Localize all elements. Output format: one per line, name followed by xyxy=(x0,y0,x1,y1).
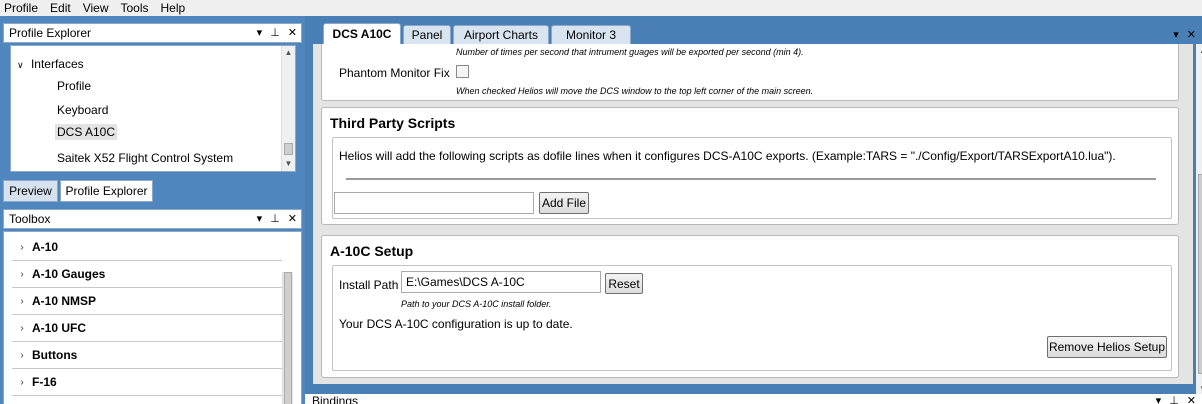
dropdown-icon[interactable]: ▾ xyxy=(257,26,263,39)
chevron-right-icon[interactable]: › xyxy=(12,296,32,307)
tree-item-saitek-x52[interactable]: Saitek X52 Flight Control System xyxy=(57,151,233,165)
tree-scroll-thumb[interactable] xyxy=(284,143,293,155)
menu-bar: Profile Edit View Tools Help xyxy=(0,0,1202,16)
export-settings-group: Number of times per second that intrumen… xyxy=(321,44,1179,101)
scroll-up-icon[interactable]: ▲ xyxy=(282,46,295,60)
profile-explorer-header: Profile Explorer ▾ ⊥ ✕ xyxy=(3,23,302,43)
third-party-description: Helios will add the following scripts as… xyxy=(339,149,1116,163)
pin-icon[interactable]: ⊥ xyxy=(270,26,280,39)
close-icon[interactable]: ✕ xyxy=(288,26,297,39)
scroll-down-icon[interactable]: ▼ xyxy=(282,157,295,171)
dcs-a10c-settings: Number of times per second that intrumen… xyxy=(313,44,1193,384)
tree-scrollbar[interactable]: ▲ ▼ xyxy=(281,46,295,171)
toolbox-item-f16[interactable]: › F-16 xyxy=(12,369,282,396)
tab-monitor-3[interactable]: Monitor 3 xyxy=(551,25,631,44)
toolbox-item-buttons[interactable]: › Buttons xyxy=(12,342,282,369)
scroll-up-icon[interactable]: ▲ xyxy=(1196,46,1202,55)
profile-tree: ∨ Interfaces Profile Keyboard DCS A10C S… xyxy=(10,45,296,172)
tab-controls: ▾ ✕ xyxy=(1173,28,1196,41)
tree-item-dcs-a10c[interactable]: DCS A10C xyxy=(55,124,118,140)
profile-explorer-title: Profile Explorer xyxy=(9,26,92,40)
install-path-note: Path to your DCS A-10C install folder. xyxy=(401,299,552,309)
tree-item-keyboard[interactable]: Keyboard xyxy=(57,103,108,117)
a10c-setup-group: A-10C Setup Install Path E:\Games\DCS A-… xyxy=(321,235,1179,378)
script-file-input[interactable] xyxy=(334,192,534,214)
tab-panel[interactable]: Panel xyxy=(403,25,451,44)
menu-edit[interactable]: Edit xyxy=(44,0,77,16)
menu-help[interactable]: Help xyxy=(155,0,192,16)
left-panel: Profile Explorer ▾ ⊥ ✕ ∨ Interfaces Prof… xyxy=(0,16,305,404)
export-frequency-note: Number of times per second that intrumen… xyxy=(456,47,804,57)
tab-airport-charts[interactable]: Airport Charts xyxy=(453,25,549,44)
chevron-right-icon[interactable]: › xyxy=(12,242,32,253)
reset-button[interactable]: Reset xyxy=(605,273,643,294)
toolbox-scroll-thumb[interactable] xyxy=(284,272,292,404)
toolbox-item-a10-gauges[interactable]: › A-10 Gauges xyxy=(12,261,282,288)
menu-view[interactable]: View xyxy=(77,0,115,16)
chevron-down-icon[interactable]: ∨ xyxy=(17,60,24,70)
toolbox-list: › A-10 › A-10 Gauges › A-10 NMSP › A-10 UFC … xyxy=(3,231,302,404)
dropdown-icon[interactable]: ▾ xyxy=(257,212,263,225)
tab-profile-explorer[interactable]: Profile Explorer xyxy=(60,180,153,202)
chevron-right-icon[interactable]: › xyxy=(12,269,32,280)
close-icon[interactable]: ✕ xyxy=(288,212,297,225)
setup-status-text: Your DCS A-10C configuration is up to da… xyxy=(339,317,573,331)
remove-helios-setup-button[interactable]: Remove Helios Setup xyxy=(1047,336,1167,358)
tab-dcs-a10c[interactable]: DCS A10C xyxy=(323,23,401,44)
toolbox-item-a10[interactable]: › A-10 xyxy=(12,234,282,261)
document-area: DCS A10C Panel Airport Charts Monitor 3 … xyxy=(305,16,1202,404)
third-party-scripts-title: Third Party Scripts xyxy=(330,115,456,131)
dropdown-icon[interactable]: ▾ xyxy=(1156,394,1162,404)
toolbox-item-a10-ufc[interactable]: › A-10 UFC xyxy=(12,315,282,342)
menu-profile[interactable]: Profile xyxy=(0,0,44,16)
tree-node-interfaces[interactable]: ∨ Interfaces xyxy=(17,57,84,71)
third-party-scripts-group: Third Party Scripts Helios will add the … xyxy=(321,107,1179,225)
a10c-setup-panel: Install Path E:\Games\DCS A-10C Reset Pa… xyxy=(332,265,1172,371)
chevron-right-icon[interactable]: › xyxy=(12,350,32,361)
phantom-monitor-checkbox[interactable] xyxy=(456,65,469,78)
install-path-label: Install Path xyxy=(339,278,399,292)
toolbox-scrollbar[interactable] xyxy=(282,272,293,404)
bindings-panel-header: Bindings ▾ ⊥ ✕ xyxy=(305,394,1202,404)
third-party-scripts-panel: Helios will add the following scripts as… xyxy=(332,137,1172,219)
scroll-down-icon[interactable]: ▼ xyxy=(1196,384,1202,393)
close-icon[interactable]: ✕ xyxy=(1187,394,1196,404)
content-scrollbar[interactable]: ▲ ▼ xyxy=(1196,44,1202,395)
add-file-button[interactable]: Add File xyxy=(539,192,589,214)
toolbox-title: Toolbox xyxy=(9,212,51,226)
phantom-monitor-note: When checked Helios will move the DCS wi… xyxy=(456,86,814,96)
chevron-right-icon[interactable]: › xyxy=(12,377,32,388)
pin-icon[interactable]: ⊥ xyxy=(1169,394,1179,404)
chevron-right-icon[interactable]: › xyxy=(12,323,32,334)
toolbox-header: Toolbox ▾ ⊥ ✕ xyxy=(3,209,302,229)
close-icon[interactable]: ✕ xyxy=(1187,28,1196,41)
divider xyxy=(346,178,1156,180)
bindings-title: Bindings xyxy=(312,394,359,404)
tab-preview[interactable]: Preview xyxy=(3,180,58,202)
tab-menu-icon[interactable]: ▾ xyxy=(1173,28,1179,41)
phantom-monitor-label: Phantom Monitor Fix xyxy=(339,66,450,80)
menu-tools[interactable]: Tools xyxy=(115,0,155,16)
install-path-input[interactable]: E:\Games\DCS A-10C xyxy=(401,271,601,293)
pin-icon[interactable]: ⊥ xyxy=(270,212,280,225)
tree-item-profile[interactable]: Profile xyxy=(57,79,91,93)
a10c-setup-title: A-10C Setup xyxy=(330,243,414,259)
content-scroll-thumb[interactable] xyxy=(1198,174,1202,374)
toolbox-item-a10-nmsp[interactable]: › A-10 NMSP xyxy=(12,288,282,315)
